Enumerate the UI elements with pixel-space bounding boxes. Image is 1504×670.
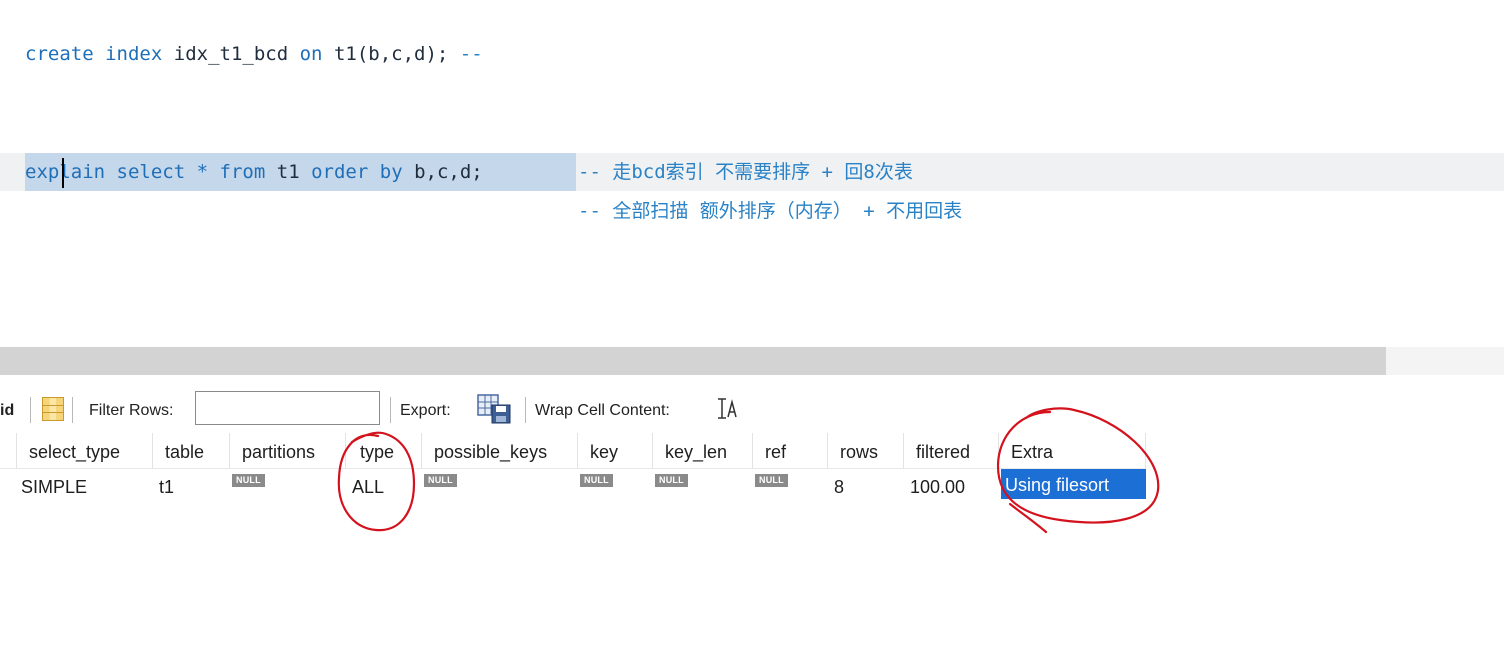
filter-rows-label: Filter Rows: [89, 402, 174, 419]
column-header-type[interactable]: type [346, 433, 422, 469]
sql-editor[interactable]: create index idx_t1_bcd on t1(b,c,d); --… [0, 0, 1504, 345]
keyword-create: create [25, 43, 94, 65]
cell-extra[interactable]: Using filesort [1001, 469, 1146, 499]
null-badge: NULL [580, 474, 613, 487]
form-editor-icon[interactable] [42, 397, 64, 421]
cell-key[interactable]: NULL [578, 469, 653, 503]
scrollbar-thumb[interactable] [0, 347, 1386, 375]
cell-partitions[interactable]: NULL [230, 469, 346, 503]
column-header-key-len[interactable]: key_len [653, 433, 753, 469]
wrap-cell-content-label: Wrap Cell Content: [535, 402, 670, 419]
cell-rows[interactable]: 8 [828, 469, 904, 503]
column-header-rows[interactable]: rows [828, 433, 904, 469]
column-header-key[interactable]: key [578, 433, 653, 469]
toolbar-divider [30, 397, 31, 423]
keyword-explain: explain [25, 161, 106, 183]
keyword-index: index [105, 43, 163, 65]
code-line-create-index[interactable]: create index idx_t1_bcd on t1(b,c,d); -- [25, 35, 483, 73]
column-header-ref[interactable]: ref [753, 433, 828, 469]
cell-select-type[interactable]: SIMPLE [17, 469, 153, 503]
column-header-possible-keys[interactable]: possible_keys [422, 433, 578, 469]
identifier-table-columns: t1(b,c,d); [333, 43, 449, 65]
cell-table[interactable]: t1 [153, 469, 230, 503]
wrap-text-icon[interactable] [716, 396, 740, 422]
column-header-filtered[interactable]: filtered [904, 433, 999, 469]
filter-rows-input[interactable] [195, 391, 380, 425]
comment-line3: -- 全部扫描 额外排序（内存） + 不用回表 [578, 200, 963, 222]
column-header-extra[interactable]: Extra [999, 433, 1146, 469]
toolbar-divider [390, 397, 391, 423]
null-badge: NULL [424, 474, 457, 487]
result-header-row: select_type table partitions type possib… [0, 433, 1146, 469]
code-line-explain[interactable]: explain select * from t1 order by b,c,d;… [0, 153, 1504, 191]
comment-line1: -- [459, 43, 483, 65]
cell-possible-keys[interactable]: NULL [422, 469, 578, 503]
cell-key-len[interactable]: NULL [653, 469, 753, 503]
null-badge: NULL [755, 474, 788, 487]
toolbar-divider [72, 397, 73, 423]
table-row[interactable]: SIMPLE t1 NULL ALL NULL NULL NULL NULL 8… [0, 469, 1146, 503]
horizontal-scrollbar[interactable] [0, 347, 1504, 375]
null-badge: NULL [655, 474, 688, 487]
column-header-select-type[interactable]: select_type [17, 433, 153, 469]
keyword-select: select [116, 161, 186, 183]
column-header-table[interactable]: table [153, 433, 230, 469]
keyword-on: on [299, 43, 323, 65]
identifier-index-name: idx_t1_bcd [173, 43, 289, 65]
identifier-columns: b,c,d; [414, 161, 483, 183]
cell-filtered[interactable]: 100.00 [904, 469, 999, 503]
text-caret [62, 158, 64, 188]
comment-line2: -- 走bcd索引 不需要排序 + 回8次表 [578, 161, 913, 183]
export-icon[interactable] [477, 394, 511, 424]
keyword-by: by [379, 161, 403, 183]
cell-ref[interactable]: NULL [753, 469, 828, 503]
identifier-table: t1 [276, 161, 300, 183]
export-label: Export: [400, 402, 451, 419]
keyword-from: from [219, 161, 266, 183]
toolbar-divider [525, 397, 526, 423]
row-header-corner [0, 433, 17, 469]
keyword-order: order [311, 161, 369, 183]
result-grid-label[interactable]: id [0, 400, 14, 422]
operator-star: * [196, 161, 209, 183]
null-badge: NULL [232, 474, 265, 487]
column-header-partitions[interactable]: partitions [230, 433, 346, 469]
cell-type[interactable]: ALL [346, 469, 422, 503]
result-toolbar: id Filter Rows: Export: Wrap Cell Conten… [0, 390, 1504, 430]
